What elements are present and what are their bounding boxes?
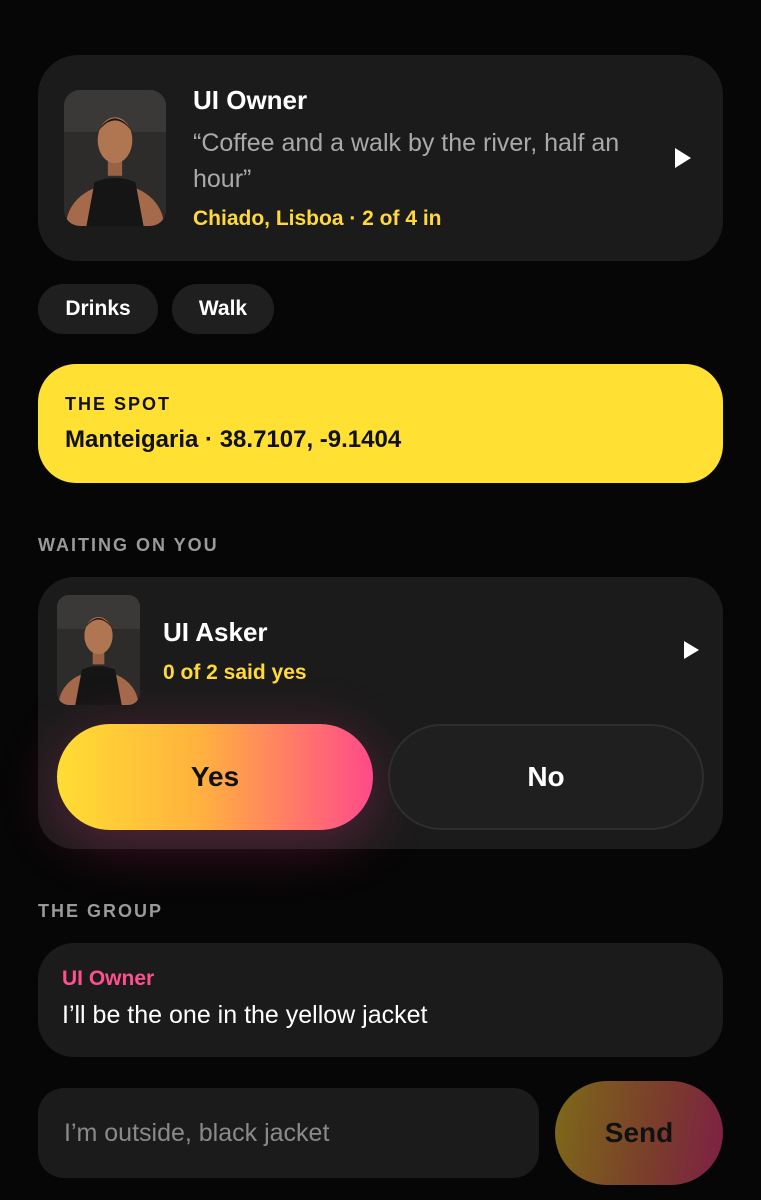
plan-location-count: Chiado, Lisboa · 2 of 4 in: [193, 207, 442, 230]
send-button[interactable]: Send: [555, 1081, 723, 1185]
owner-name: UI Owner: [193, 85, 308, 115]
play-icon[interactable]: [684, 641, 699, 659]
tag-drinks[interactable]: Drinks: [38, 284, 158, 334]
message-input[interactable]: [38, 1088, 539, 1178]
plan-screen: UI Owner “Coffee and a walk by the river…: [0, 0, 761, 1200]
no-button[interactable]: No: [388, 724, 704, 830]
asker-name: UI Asker: [163, 617, 268, 647]
plan-quote: “Coffee and a walk by the river, half an…: [193, 129, 620, 193]
message-author: UI Owner: [62, 967, 155, 990]
spot-value: Manteigaria · 38.7107, -9.1404: [65, 426, 402, 453]
play-icon[interactable]: [675, 148, 691, 168]
group-section-label: THE GROUP: [38, 901, 164, 921]
message-bubble: UI Owner I’ll be the one in the yellow j…: [38, 943, 723, 1057]
asker-avatar: [57, 595, 140, 705]
owner-card[interactable]: UI Owner “Coffee and a walk by the river…: [38, 55, 723, 261]
spot-label: THE SPOT: [65, 394, 172, 414]
avatar-photo: [57, 595, 140, 705]
asker-status: 0 of 2 said yes: [163, 661, 307, 684]
waiting-section-label: WAITING ON YOU: [38, 535, 219, 555]
message-text: I’ll be the one in the yellow jacket: [62, 1001, 428, 1029]
spot-card[interactable]: THE SPOT Manteigaria · 38.7107, -9.1404: [38, 364, 723, 483]
tag-walk[interactable]: Walk: [172, 284, 274, 334]
request-card: UI Asker 0 of 2 said yes Yes No: [38, 577, 723, 849]
owner-avatar: [64, 90, 166, 226]
avatar-photo: [64, 90, 166, 226]
yes-button[interactable]: Yes: [57, 724, 373, 830]
